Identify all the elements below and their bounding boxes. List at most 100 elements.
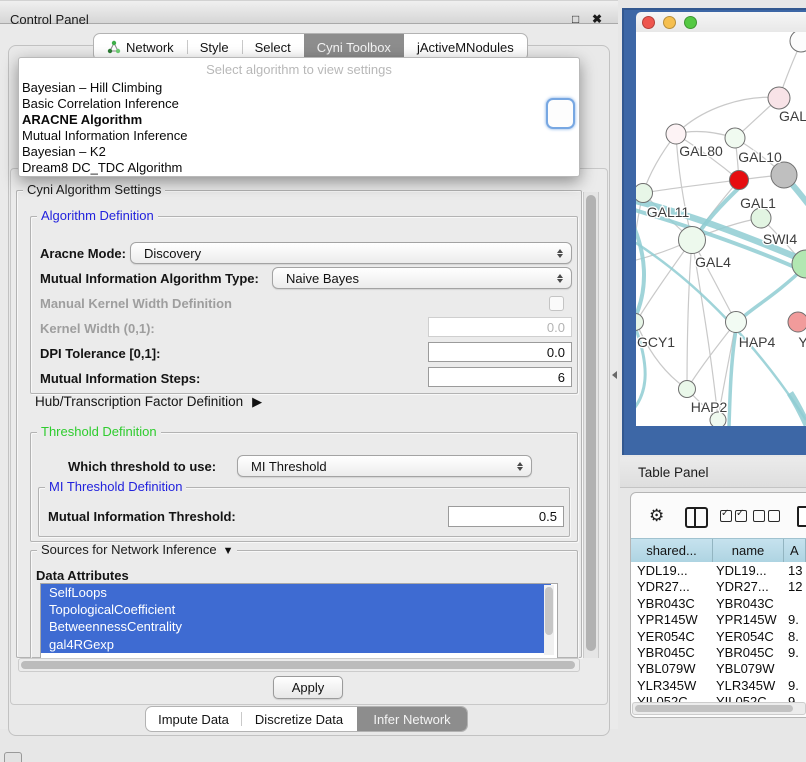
minimize-traffic-light-icon[interactable] (663, 16, 676, 29)
attribute-list-scrollbar[interactable] (544, 585, 554, 655)
collapse-arrow-icon[interactable]: ▼ (223, 544, 234, 558)
data-attribute-item[interactable]: TopologicalCoefficient (41, 601, 551, 618)
network-node[interactable] (771, 162, 797, 188)
table-cell: YDR27... (716, 579, 769, 594)
table-row[interactable]: YPR145WYPR145W9. (631, 611, 806, 627)
scrollbar-thumb[interactable] (21, 661, 575, 669)
algorithm-definition-title: Algorithm Definition (37, 209, 158, 223)
scrollbar-thumb[interactable] (586, 195, 596, 651)
algorithm-dropdown-popup: Select algorithm to view settings Bayesi… (18, 57, 580, 177)
network-node[interactable] (790, 32, 806, 52)
column-header-partial[interactable]: A (784, 539, 806, 562)
network-edge[interactable] (687, 322, 736, 389)
network-canvas[interactable]: GALGAL80GAL10GAL1GAL11SWI4GAL4GCY1HAP4YH… (636, 32, 806, 426)
network-edge[interactable] (676, 97, 779, 134)
column-header-shared-name[interactable]: shared... (631, 539, 713, 562)
data-attribute-item[interactable]: SelfLoops (41, 584, 551, 601)
mi-steps-label: Mutual Information Steps: (40, 371, 200, 386)
network-node[interactable] (666, 124, 686, 144)
mi-threshold-field[interactable]: 0.5 (448, 506, 564, 527)
spinner-icon (512, 462, 527, 471)
mi-steps-field[interactable]: 6 (428, 367, 572, 387)
table-header-row: shared... name A (631, 538, 806, 563)
close-traffic-light-icon[interactable] (642, 16, 655, 29)
tab-infer-network[interactable]: Infer Network (357, 707, 467, 731)
algorithm-option[interactable]: ARACNE Algorithm (22, 112, 576, 128)
scrollbar-thumb[interactable] (635, 705, 793, 712)
manual-kernel-width-label: Manual Kernel Width Definition (40, 296, 232, 311)
table-cell: 9 (788, 694, 795, 702)
spinner-icon (552, 274, 567, 283)
aracne-mode-value: Discovery (131, 246, 552, 261)
collapsed-panel-button[interactable] (4, 752, 22, 762)
network-node-label: GAL4 (695, 254, 731, 270)
gear-icon[interactable]: ⚙ (649, 507, 664, 524)
network-node[interactable] (726, 312, 747, 333)
network-node[interactable] (636, 314, 644, 331)
kernel-width-field[interactable]: 0.0 (428, 317, 572, 337)
algorithm-option[interactable]: Bayesian – K2 (22, 144, 576, 160)
sources-group-title[interactable]: Sources for Network Inference▼ (37, 543, 237, 558)
deselect-all-checkboxes-icon[interactable] (753, 510, 780, 522)
scrollbar-thumb[interactable] (545, 587, 553, 635)
algorithm-option[interactable]: Dream8 DC_TDC Algorithm (22, 160, 576, 176)
hub-definition-section[interactable]: Hub/Transcription Factor Definition▶ (35, 394, 262, 410)
table-panel-titlebar[interactable]: Table Panel (620, 457, 806, 488)
page-icon[interactable] (797, 506, 806, 527)
tab-discretize-data-label: Discretize Data (255, 712, 343, 727)
table-row[interactable]: YLR345WYLR345W9. (631, 677, 806, 693)
focused-combo-fragment[interactable] (546, 98, 575, 129)
table-row[interactable]: YER054CYER054C8. (631, 628, 806, 644)
table-row[interactable]: YDR27...YDR27...12 (631, 578, 806, 594)
network-node[interactable] (730, 171, 749, 190)
network-node[interactable] (725, 128, 745, 148)
table-row[interactable]: YDL19...YDL19...13 (631, 562, 806, 578)
data-attribute-item[interactable]: BetweennessCentrality (41, 618, 551, 635)
table-row[interactable]: YIL052CYIL052C9 (631, 693, 806, 702)
dpi-tolerance-field[interactable]: 0.0 (428, 342, 572, 362)
table-cell: YPR145W (716, 612, 777, 627)
column-header-name[interactable]: name (713, 539, 784, 562)
table-horizontal-scrollbar[interactable] (632, 702, 806, 715)
network-node[interactable] (636, 184, 653, 203)
mi-algorithm-type-select[interactable]: Naive Bayes (272, 267, 572, 289)
network-node[interactable] (751, 208, 771, 228)
table-row[interactable]: YBR043CYBR043C (631, 595, 806, 611)
data-attribute-item[interactable]: gal4RGexp (41, 636, 551, 653)
tab-jactivemnodules-label: jActiveMNodules (417, 40, 514, 55)
tab-impute-data[interactable]: Impute Data (146, 707, 241, 731)
data-attributes-list[interactable]: SelfLoopsTopologicalCoefficientBetweenne… (40, 583, 558, 659)
cyni-horizontal-scrollbar[interactable] (18, 658, 580, 672)
algorithm-option[interactable]: Mutual Information Inference (22, 128, 576, 144)
network-node[interactable] (768, 87, 790, 109)
control-panel-titlebar[interactable] (0, 0, 618, 24)
apply-button[interactable]: Apply (273, 676, 343, 699)
table-cell: YBR043C (716, 596, 774, 611)
table-row[interactable]: YBL079WYBL079W (631, 660, 806, 676)
cyni-vertical-scrollbar[interactable] (583, 192, 599, 658)
network-node[interactable] (788, 312, 806, 332)
which-threshold-select[interactable]: MI Threshold (237, 455, 532, 477)
close-window-icon[interactable]: ✖ (592, 12, 602, 26)
split-columns-icon[interactable] (685, 507, 708, 528)
panel-divider-handle[interactable] (612, 371, 617, 379)
network-edge[interactable] (687, 240, 692, 389)
aracne-mode-select[interactable]: Discovery (130, 242, 572, 264)
zoom-traffic-light-icon[interactable] (684, 16, 697, 29)
algorithm-option[interactable]: Bayesian – Hill Climbing (22, 80, 576, 96)
algorithm-option[interactable]: Basic Correlation Inference (22, 96, 576, 112)
select-all-checkboxes-icon[interactable] (720, 510, 747, 522)
expand-arrow-icon[interactable]: ▶ (252, 394, 262, 410)
table-cell: YBL079W (716, 661, 775, 676)
manual-kernel-width-checkbox[interactable] (549, 296, 564, 311)
network-node[interactable] (679, 381, 696, 398)
table-row[interactable]: YBR045CYBR045C9. (631, 644, 806, 660)
network-node[interactable] (679, 227, 706, 254)
table-cell: YLR345W (637, 678, 696, 693)
network-node-label: GAL (779, 108, 806, 124)
tab-discretize-data[interactable]: Discretize Data (241, 707, 357, 731)
network-window-titlebar[interactable] (636, 12, 806, 33)
network-edge-highlighted[interactable] (636, 216, 644, 320)
network-edge[interactable] (643, 180, 739, 193)
float-window-icon[interactable]: □ (572, 12, 579, 26)
